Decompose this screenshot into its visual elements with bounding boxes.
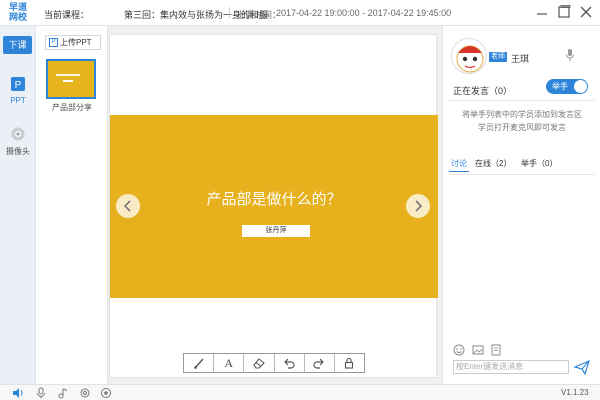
chevron-left-icon: [123, 200, 131, 212]
teacher-avatar: [451, 38, 487, 74]
previous-slide-button[interactable]: [116, 194, 140, 218]
sidebar-item-label: PPT: [10, 96, 26, 105]
logo-text-line1: 早道: [8, 2, 27, 12]
music-icon: [58, 388, 68, 399]
music-button[interactable]: [57, 387, 69, 400]
thumbnail-title-line: [56, 74, 80, 76]
upload-ppt-button[interactable]: P 上传PPT: [45, 35, 101, 50]
right-panel: 老师 王琪 正在发言（0） 举手 将举手列表中的学员添加到发言区 学员打开麦克风…: [442, 26, 600, 384]
lock-icon: [345, 357, 354, 369]
record-icon: [101, 388, 111, 398]
svg-text:P: P: [15, 80, 22, 91]
brush-tool-button[interactable]: [184, 354, 215, 372]
emoji-icon[interactable]: [453, 344, 465, 356]
send-button[interactable]: [573, 358, 591, 376]
panel-divider: [449, 100, 595, 101]
redo-icon: [313, 358, 325, 369]
teacher-avatar-image: [456, 45, 484, 73]
microphone-icon: [37, 387, 45, 399]
text-icon: A: [224, 355, 234, 370]
header-divider: [229, 7, 230, 18]
toggle-knob: [574, 80, 587, 93]
time-value: 2017-04-22 19:00:00 - 2017-04-22 19:45:0…: [276, 8, 452, 18]
slide-thumbnail[interactable]: [46, 59, 96, 99]
undo-icon: [284, 358, 295, 369]
image-icon[interactable]: [472, 344, 484, 356]
tab-hand-up[interactable]: 举手（0）: [521, 158, 557, 169]
speaker-icon: [13, 388, 23, 398]
speaking-hint: 将举手列表中的学员添加到发言区 学员打开麦克风即可发言: [449, 108, 595, 134]
lock-button[interactable]: [335, 354, 364, 372]
speaker-button[interactable]: [12, 387, 24, 400]
end-class-button[interactable]: 下课: [3, 36, 32, 54]
title-bar: 早道 网校 当前课程： 第三回：集内效与张扬为一身的和服 上课时间： 2017-…: [0, 0, 600, 26]
time-label: 上课时间：: [236, 10, 282, 20]
brush-icon: [193, 358, 204, 369]
teacher-name: 王琪: [511, 54, 530, 64]
gear-icon: [80, 388, 90, 398]
upload-ppt-label: 上传PPT: [60, 38, 92, 47]
sidebar-item-camera[interactable]: 摄像头: [0, 126, 36, 157]
sidebar-item-ppt[interactable]: P PPT: [0, 76, 36, 105]
record-button[interactable]: [100, 387, 112, 400]
file-icon[interactable]: [490, 344, 502, 356]
maximize-button[interactable]: [556, 4, 572, 20]
send-icon: [573, 359, 590, 376]
drawing-toolbar: A: [183, 353, 365, 373]
logo-text-line2: 网校: [8, 12, 27, 22]
active-tab-indicator: [449, 171, 469, 172]
slide-thumbnail-label: 产品部分享: [52, 103, 92, 112]
hand-up-toggle-label: 举手: [552, 82, 568, 91]
minimize-icon: [537, 13, 547, 15]
eraser-icon: [253, 358, 265, 369]
microphone-icon: [566, 49, 574, 61]
camera-icon: [11, 127, 25, 141]
close-button[interactable]: [578, 4, 594, 20]
redo-button[interactable]: [305, 354, 335, 372]
settings-button[interactable]: [79, 387, 91, 400]
tab-online[interactable]: 在线（2）: [475, 158, 511, 169]
slide-presenter-name: 张丹萍: [242, 225, 310, 237]
app-version: V1.1.23: [561, 388, 589, 397]
undo-button[interactable]: [275, 354, 305, 372]
presentation-stage: 产品部是做什么的？ 张丹萍 A: [109, 34, 438, 378]
slide-title: 产品部是做什么的？: [206, 191, 342, 208]
current-slide: 产品部是做什么的？ 张丹萍: [110, 115, 438, 298]
chat-tools: [453, 344, 502, 358]
ppt-icon: P: [11, 77, 25, 91]
teacher-mic-button[interactable]: [565, 48, 575, 64]
eraser-tool-button[interactable]: [244, 354, 275, 372]
course-label: 当前课程：: [44, 10, 90, 20]
minimize-button[interactable]: [534, 4, 550, 20]
tab-discussion[interactable]: 讨论: [451, 158, 467, 169]
slide-thumbnail-panel: P 上传PPT 产品部分享: [36, 26, 108, 384]
speaking-count: 正在发言（0）: [453, 86, 513, 96]
status-bar: V1.1.23: [0, 384, 600, 400]
left-sidebar: 下课 P PPT 摄像头: [0, 26, 36, 384]
speaking-hint-line2: 学员打开麦克风即可发言: [478, 123, 566, 132]
sidebar-item-label: 摄像头: [6, 147, 30, 156]
next-slide-button[interactable]: [406, 194, 430, 218]
teacher-role-badge: 老师: [489, 52, 507, 62]
text-tool-button[interactable]: A: [214, 354, 245, 372]
maximize-icon: [558, 5, 571, 18]
speaking-hint-line1: 将举手列表中的学员添加到发言区: [462, 110, 582, 119]
app-logo: 早道 网校: [5, 2, 31, 24]
chat-input[interactable]: 按Enter键发送消息: [453, 360, 569, 374]
upload-icon: P: [49, 38, 58, 47]
close-icon: [580, 6, 592, 18]
panel-divider: [449, 174, 595, 175]
status-mic-button[interactable]: [35, 387, 47, 400]
chevron-right-icon: [415, 200, 423, 212]
hand-up-toggle[interactable]: 举手: [546, 79, 588, 94]
thumbnail-name-line: [63, 80, 73, 82]
